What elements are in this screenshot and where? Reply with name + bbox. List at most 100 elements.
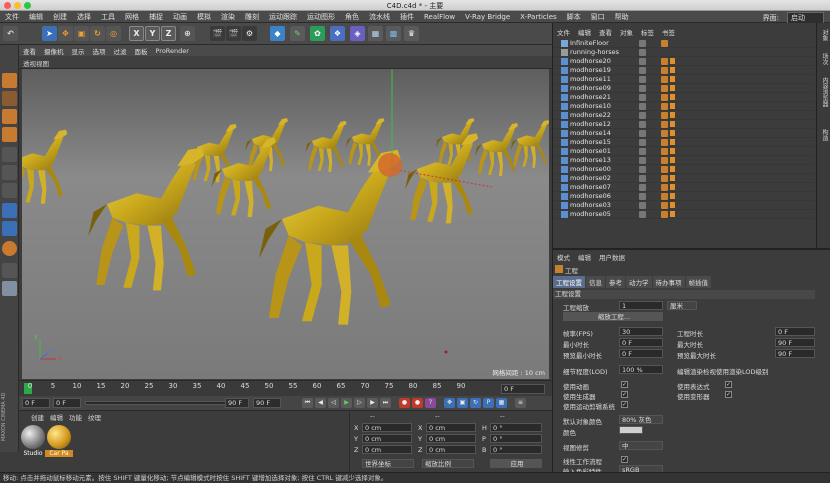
model-mode-icon[interactable] bbox=[2, 91, 17, 106]
tab-dynamics[interactable]: 动力学 bbox=[626, 276, 652, 288]
object-row[interactable]: modhorse19 bbox=[553, 66, 815, 75]
linear-workflow-checkbox[interactable]: ✓ bbox=[621, 456, 628, 463]
render-view-icon[interactable]: 🎬 bbox=[210, 26, 225, 41]
select-arrow-icon[interactable]: ➤ bbox=[42, 26, 57, 41]
obj-menu-view[interactable]: 查看 bbox=[595, 27, 616, 37]
menu-snap[interactable]: 捕捉 bbox=[144, 12, 168, 22]
object-row[interactable]: InfiniteFloor bbox=[553, 39, 815, 48]
side-tab-takes[interactable]: 场次 bbox=[820, 53, 828, 65]
y-axis-lock-icon[interactable]: Y bbox=[145, 26, 160, 41]
visibility-toggle[interactable] bbox=[639, 121, 646, 128]
phong-tag-icon[interactable] bbox=[661, 67, 668, 74]
object-row[interactable]: modhorse01 bbox=[553, 147, 815, 156]
material-tag-icon[interactable] bbox=[670, 85, 675, 91]
material-tag-icon[interactable] bbox=[670, 139, 675, 145]
keyframe-selection-icon[interactable]: ? bbox=[425, 398, 436, 408]
visibility-toggle[interactable] bbox=[639, 184, 646, 191]
param-key-icon[interactable]: P bbox=[483, 398, 494, 408]
pen-icon[interactable]: ✎ bbox=[290, 26, 305, 41]
material-tag-icon[interactable] bbox=[670, 148, 675, 154]
menu-mesh[interactable]: 网格 bbox=[120, 12, 144, 22]
phong-tag-icon[interactable] bbox=[661, 193, 668, 200]
phong-tag-icon[interactable] bbox=[661, 94, 668, 101]
tab-todo[interactable]: 待办事项 bbox=[652, 276, 685, 288]
floor-icon[interactable]: ▦ bbox=[368, 26, 383, 41]
mat-menu-create[interactable]: 创建 bbox=[31, 412, 44, 422]
scale-icon[interactable]: ▣ bbox=[74, 26, 89, 41]
position-key-icon[interactable]: ✥ bbox=[444, 398, 455, 408]
snap-icon[interactable] bbox=[2, 241, 17, 256]
coordinate-system-icon[interactable]: ⊕ bbox=[180, 26, 195, 41]
color-swatch[interactable] bbox=[619, 426, 643, 434]
phong-tag-icon[interactable] bbox=[661, 184, 668, 191]
obj-menu-bookmarks[interactable]: 书签 bbox=[658, 27, 679, 37]
coord-apply-button[interactable]: 应用 bbox=[490, 459, 542, 468]
material-tag-icon[interactable] bbox=[670, 121, 675, 127]
deformer-icon[interactable]: ◈ bbox=[350, 26, 365, 41]
make-editable-icon[interactable] bbox=[2, 73, 17, 88]
visibility-toggle[interactable] bbox=[639, 175, 646, 182]
tab-project-settings[interactable]: 工程设置 bbox=[553, 276, 585, 288]
phong-tag-icon[interactable] bbox=[661, 211, 668, 218]
visibility-toggle[interactable] bbox=[639, 139, 646, 146]
next-frame-icon[interactable]: ▷ bbox=[354, 398, 365, 408]
material-tag-icon[interactable] bbox=[670, 94, 675, 100]
coord-pos-z-field[interactable]: 0 cm bbox=[362, 445, 412, 454]
coord-space-dropdown[interactable]: 世界坐标 bbox=[362, 459, 414, 468]
phong-tag-icon[interactable] bbox=[661, 85, 668, 92]
x-axis-lock-icon[interactable]: X bbox=[129, 26, 144, 41]
preview-range-slider[interactable] bbox=[85, 401, 235, 405]
fps-field[interactable]: 30 bbox=[619, 327, 663, 336]
menu-script[interactable]: 脚本 bbox=[562, 12, 586, 22]
project-time-field[interactable]: 0 F bbox=[775, 327, 815, 336]
visibility-toggle[interactable] bbox=[639, 67, 646, 74]
recent-tools-icon[interactable]: ◎ bbox=[106, 26, 121, 41]
camera-icon[interactable]: ▩ bbox=[386, 26, 401, 41]
phong-tag-icon[interactable] bbox=[661, 139, 668, 146]
material-tag-icon[interactable] bbox=[670, 67, 675, 73]
material-tag-icon[interactable] bbox=[661, 40, 668, 47]
menu-xparticles[interactable]: X-Particles bbox=[515, 13, 561, 21]
tweak-icon[interactable] bbox=[2, 221, 17, 236]
lod-field[interactable]: 100 % bbox=[619, 365, 663, 374]
material-tag-icon[interactable] bbox=[670, 202, 675, 208]
material-tag-icon[interactable] bbox=[670, 130, 675, 136]
autokey-icon[interactable]: ● bbox=[412, 398, 423, 408]
visibility-toggle[interactable] bbox=[639, 130, 646, 137]
menu-pipeline[interactable]: 流水线 bbox=[364, 12, 395, 22]
timeline-frame-field[interactable]: 0 F bbox=[501, 384, 545, 394]
material-tag-icon[interactable] bbox=[670, 166, 675, 172]
phong-tag-icon[interactable] bbox=[661, 130, 668, 137]
material-tag-icon[interactable] bbox=[670, 193, 675, 199]
edges-mode-icon[interactable] bbox=[2, 165, 17, 180]
timeline-ruler[interactable]: 0 5 10 15 20 25 30 35 40 45 50 55 60 65 … bbox=[19, 380, 552, 396]
visibility-toggle[interactable] bbox=[639, 58, 646, 65]
tab-interpolation[interactable]: 帧插值 bbox=[685, 276, 711, 288]
phong-tag-icon[interactable] bbox=[661, 121, 668, 128]
visibility-toggle[interactable] bbox=[639, 112, 646, 119]
phong-tag-icon[interactable] bbox=[661, 103, 668, 110]
phong-tag-icon[interactable] bbox=[661, 58, 668, 65]
texture-mode-icon[interactable] bbox=[2, 109, 17, 124]
visibility-toggle[interactable] bbox=[639, 166, 646, 173]
points-mode-icon[interactable] bbox=[2, 147, 17, 162]
menu-motion-tracking[interactable]: 运动跟踪 bbox=[264, 12, 302, 22]
pla-key-icon[interactable]: ▦ bbox=[496, 398, 507, 408]
menu-render[interactable]: 渲染 bbox=[216, 12, 240, 22]
vp-menu-view[interactable]: 查看 bbox=[19, 46, 40, 56]
menu-help[interactable]: 帮助 bbox=[610, 12, 634, 22]
object-row[interactable]: modhorse15 bbox=[553, 138, 815, 147]
scale-unit-dropdown[interactable]: 厘米 bbox=[667, 301, 697, 310]
object-row[interactable]: modhorse22 bbox=[553, 111, 815, 120]
menu-mograph[interactable]: 运动图形 bbox=[302, 12, 340, 22]
obj-menu-objects[interactable]: 对象 bbox=[616, 27, 637, 37]
side-tab-objects[interactable]: 对象 bbox=[820, 29, 828, 41]
move-icon[interactable]: ✥ bbox=[58, 26, 73, 41]
menu-file[interactable]: 文件 bbox=[0, 12, 24, 22]
visibility-toggle[interactable] bbox=[639, 202, 646, 209]
object-row[interactable]: modhorse12 bbox=[553, 120, 815, 129]
vp-menu-cameras[interactable]: 摄像机 bbox=[40, 46, 68, 56]
rotation-key-icon[interactable]: ↻ bbox=[470, 398, 481, 408]
vp-menu-filter[interactable]: 过滤 bbox=[110, 46, 131, 56]
use-expressions-checkbox[interactable]: ✓ bbox=[725, 381, 732, 388]
